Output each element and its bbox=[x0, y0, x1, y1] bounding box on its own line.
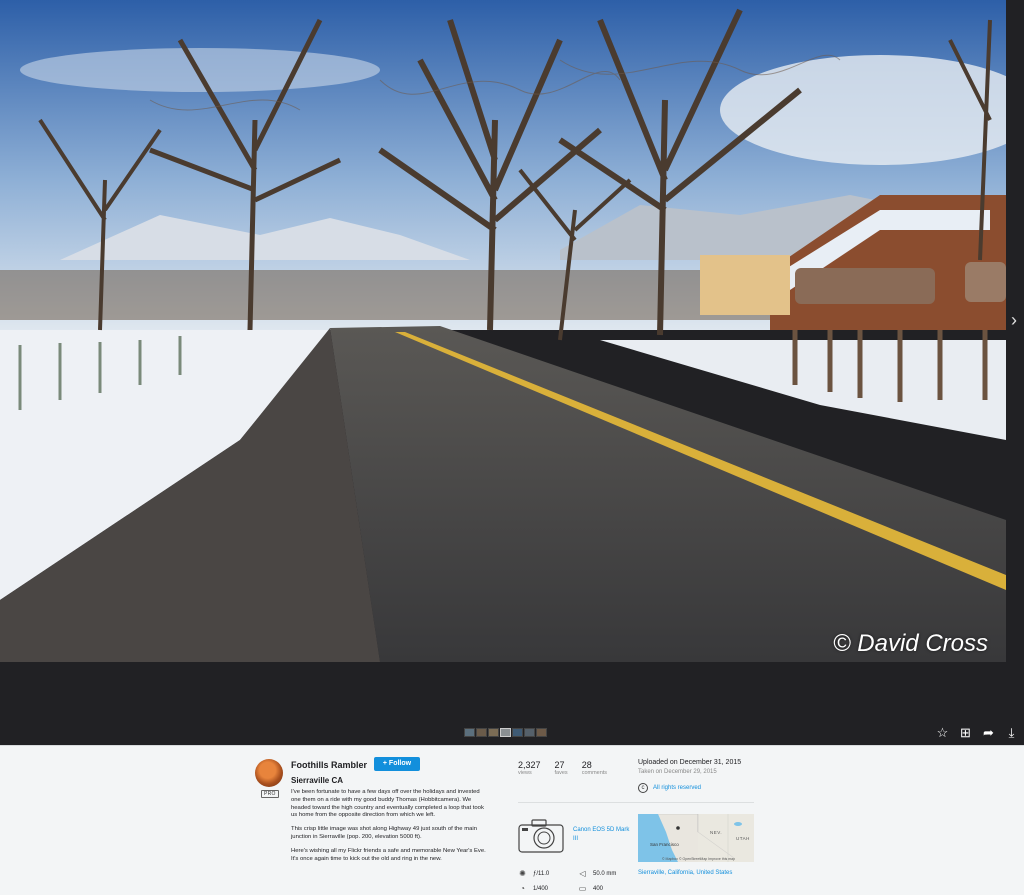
exif-shutter: ◔ 1/400 bbox=[518, 884, 558, 893]
stat-views: 2,327 views bbox=[518, 760, 541, 777]
map-label: San Francisco bbox=[650, 842, 679, 847]
photo-viewer: © David Cross › ☆ ⊞ ➦ ⤓ bbox=[0, 0, 1024, 745]
upload-date: Uploaded on December 31, 2015 bbox=[638, 759, 742, 766]
location-link[interactable]: Sierraville, California, United States bbox=[638, 870, 732, 876]
chevron-right-icon[interactable]: › bbox=[1007, 308, 1021, 332]
exif-info: ✺ ƒ/11.0 ◁ 50.0 mm ◔ 1/400 ▭ 400 bbox=[518, 869, 618, 895]
filmstrip-thumb[interactable] bbox=[536, 728, 547, 737]
shutter-icon: ◔ bbox=[520, 884, 525, 893]
stat-label: comments bbox=[581, 770, 608, 776]
filmstrip-thumb[interactable] bbox=[512, 728, 523, 737]
share-icon[interactable]: ➦ bbox=[982, 726, 995, 740]
photo-info-panel: PRO Foothills Rambler + Follow Sierravil… bbox=[0, 745, 1024, 895]
camera-icon[interactable] bbox=[518, 819, 564, 853]
photo-actions: ☆ ⊞ ➦ ⤓ bbox=[936, 726, 1018, 740]
description-paragraph: I've been fortunate to have a few days o… bbox=[291, 789, 484, 819]
photo-title: Sierraville CA bbox=[291, 776, 344, 785]
copyright-icon: c bbox=[638, 783, 648, 793]
filmstrip-thumb[interactable] bbox=[476, 728, 487, 737]
avatar[interactable] bbox=[255, 759, 283, 787]
stat-comments[interactable]: 28 comments bbox=[582, 760, 607, 777]
camera-name[interactable]: Canon EOS 5D Mark III bbox=[573, 826, 633, 844]
photo-description: I've been fortunate to have a few days o… bbox=[291, 789, 491, 869]
filmstrip-thumb[interactable] bbox=[524, 728, 535, 737]
description-paragraph: This crisp little image was shot along H… bbox=[291, 826, 477, 840]
iso-icon: ▭ bbox=[578, 884, 587, 893]
exif-value: 1/400 bbox=[533, 885, 549, 892]
follow-button[interactable]: + Follow bbox=[374, 757, 420, 771]
stat-value: 28 bbox=[581, 760, 592, 770]
map-attribution[interactable]: © Mapbox © OpenStreetMap Improve this ma… bbox=[662, 857, 735, 861]
focal-length-icon: ◁ bbox=[579, 869, 586, 878]
divider bbox=[518, 802, 754, 803]
owner-name[interactable]: Foothills Rambler bbox=[291, 760, 367, 770]
exif-iso: ▭ 400 bbox=[578, 884, 618, 893]
copyright-watermark: © David Cross bbox=[832, 630, 988, 657]
stat-label: views bbox=[518, 770, 532, 776]
taken-date[interactable]: Taken on December 29, 2015 bbox=[638, 769, 717, 775]
exif-focal: ◁ 50.0 mm bbox=[578, 869, 618, 878]
stat-faves[interactable]: 27 faves bbox=[555, 760, 568, 777]
filmstrip bbox=[464, 728, 547, 737]
location-map[interactable]: San Francisco NEV. UTAH © Mapbox © OpenS… bbox=[638, 814, 754, 862]
description-paragraph: Here's wishing all my Flickr friends a s… bbox=[291, 847, 486, 862]
license-text[interactable]: All rights reserved bbox=[653, 785, 701, 791]
stat-label: faves bbox=[554, 770, 568, 776]
filmstrip-thumb[interactable] bbox=[488, 728, 499, 737]
stat-value: 27 bbox=[554, 760, 565, 770]
aperture-icon: ✺ bbox=[519, 869, 526, 878]
main-photo[interactable]: © David Cross bbox=[0, 0, 1006, 662]
download-icon[interactable]: ⤓ bbox=[1005, 726, 1018, 740]
filmstrip-thumb[interactable] bbox=[500, 728, 511, 737]
stat-value: 2,327 bbox=[518, 760, 541, 770]
exif-value: ƒ/11.0 bbox=[533, 870, 550, 877]
photo-stats: 2,327 views 27 faves 28 comments bbox=[518, 760, 607, 777]
photo-image bbox=[0, 0, 1006, 662]
star-icon[interactable]: ☆ bbox=[936, 726, 949, 740]
map-label: UTAH bbox=[736, 836, 750, 841]
exif-aperture: ✺ ƒ/11.0 bbox=[518, 869, 558, 878]
filmstrip-thumb[interactable] bbox=[464, 728, 475, 737]
map-label: NEV. bbox=[710, 830, 723, 835]
exif-value: 50.0 mm bbox=[593, 870, 617, 877]
license-info[interactable]: c All rights reserved bbox=[638, 783, 701, 793]
exif-value: 400 bbox=[593, 885, 604, 892]
pro-badge: PRO bbox=[261, 790, 279, 798]
add-to-gallery-icon[interactable]: ⊞ bbox=[959, 726, 972, 740]
